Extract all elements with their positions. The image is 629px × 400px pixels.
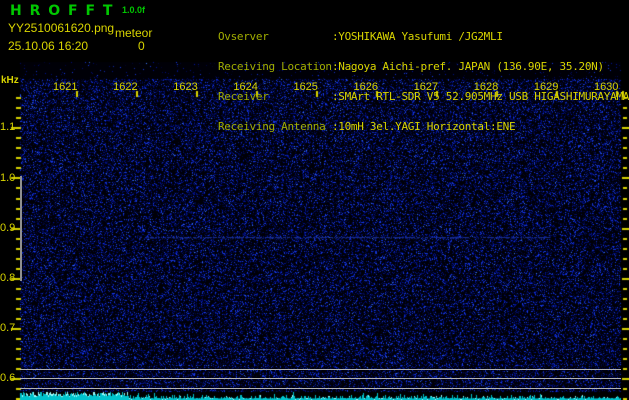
freq-tick-label: 0.9	[0, 221, 16, 234]
app-title: H R O F F T	[10, 3, 114, 19]
info-value: :Nagoya Aichi-pref. JAPAN (136.90E, 35.2…	[331, 60, 604, 73]
info-label: Ovserver	[217, 30, 269, 43]
observation-datetime: 25.10.06 16:20	[8, 39, 89, 53]
info-label: Receiver	[217, 90, 269, 103]
app-version: 1.0.0f	[122, 5, 146, 15]
meteor-count: 0	[138, 39, 145, 53]
observer-info-row: Receiving Antenna :10mH 3el.YAGI Horizont…	[180, 112, 629, 132]
calibration-line-lower	[20, 388, 621, 389]
info-value: :YOSHIKAWA Yasufumi /JG2MLI	[331, 30, 503, 43]
output-filename: YY2510061620.png	[8, 21, 115, 35]
freq-tick-label: 1.0	[0, 171, 16, 184]
mode-label: meteor	[115, 26, 153, 40]
calibration-line-0.6khz	[20, 378, 621, 379]
hrofft-window: H R O F F T 1.0.0f YY2510061620.png mete…	[0, 0, 629, 400]
freq-axis-unit: kHz	[1, 75, 19, 86]
vertical-marker-line	[20, 176, 22, 281]
info-value: :10mH 3el.YAGI Horizontal:ENE	[331, 120, 516, 133]
observer-info-row: Receiving Location:Nagoya Aichi-pref. JA…	[180, 52, 629, 72]
time-tick-label: 1622	[113, 81, 138, 93]
time-tick-label: 1626	[353, 81, 379, 93]
freq-tick-label: 1.1	[0, 121, 16, 134]
time-tick-label: 1629	[533, 81, 559, 93]
observer-info-block: Ovserver :YOSHIKAWA Yasufumi /JG2MLI Rece…	[180, 2, 629, 142]
time-tick-label: 1621	[53, 81, 78, 93]
freq-tick-label: 0.8	[0, 271, 16, 284]
time-tick-label: 1627	[413, 81, 439, 93]
time-tick-label: 1623	[173, 81, 198, 93]
observer-info-row: Ovserver :YOSHIKAWA Yasufumi /JG2MLI	[180, 22, 629, 42]
time-tick-label: 1624	[233, 81, 258, 93]
info-label: Receiving Antenna	[217, 120, 326, 133]
time-tick-label: 1625	[293, 81, 318, 93]
calibration-line-upper	[20, 369, 621, 370]
freq-tick-label: 0.7	[0, 321, 16, 334]
time-tick-label: 1630	[593, 81, 619, 93]
freq-tick-label: 0.6	[0, 371, 16, 384]
time-tick-label: 1628	[473, 81, 499, 93]
info-label: Receiving Location	[217, 60, 332, 73]
